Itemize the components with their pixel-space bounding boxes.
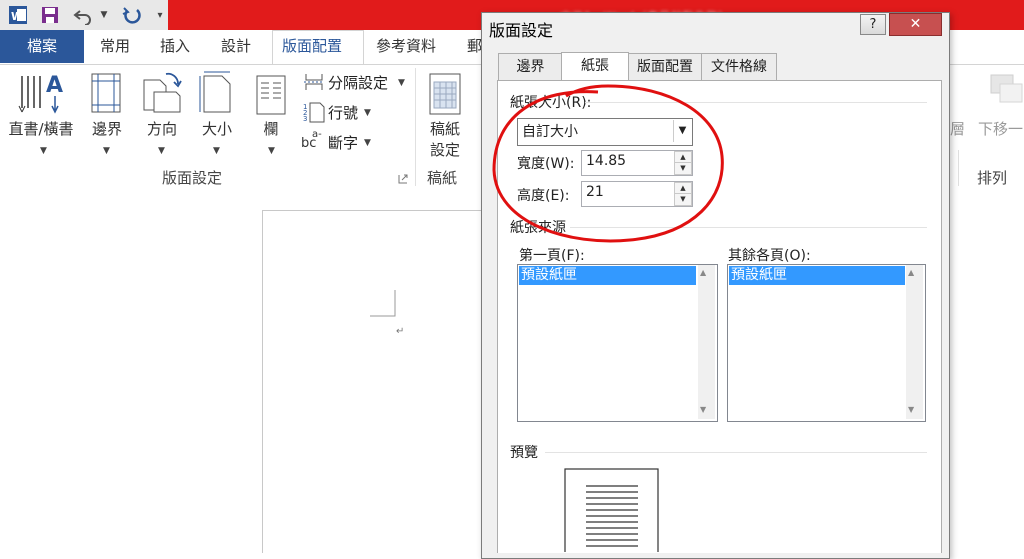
breaks-button[interactable]: 分隔設定 — [328, 72, 388, 93]
size-caret-icon: ▼ — [213, 146, 220, 156]
preview-section-label: 預覽 — [510, 445, 538, 461]
svg-text:W: W — [11, 10, 23, 23]
preview-separator — [545, 452, 927, 453]
tab-mailings[interactable]: 郵件 — [467, 30, 481, 63]
manuscript-icon[interactable] — [428, 72, 464, 116]
scroll-up-icon[interactable]: ▲ — [908, 268, 914, 277]
scroll-up-icon[interactable]: ▲ — [700, 268, 706, 277]
tab-layout[interactable]: 版面配置 — [278, 30, 346, 63]
text-direction-caret-icon: ▼ — [40, 146, 47, 156]
svg-text:A: A — [46, 73, 63, 98]
size-button[interactable]: 大小 — [196, 118, 238, 139]
close-button[interactable]: ✕ — [889, 13, 942, 36]
other-pages-selected-item[interactable]: 預設紙匣 — [729, 266, 905, 285]
columns-button[interactable]: 欄 — [258, 118, 284, 139]
text-direction-button[interactable]: 直書/橫書 — [3, 118, 79, 139]
margin-corner-mark — [370, 290, 396, 317]
columns-icon[interactable] — [255, 74, 287, 116]
first-page-list[interactable] — [517, 264, 718, 422]
scroll-down-icon[interactable]: ▼ — [700, 405, 706, 414]
margins-caret-icon: ▼ — [103, 146, 110, 156]
other-pages-scrollbar[interactable] — [906, 265, 923, 419]
save-icon[interactable] — [38, 4, 62, 26]
orientation-icon[interactable] — [140, 70, 184, 116]
help-button[interactable]: ? — [860, 14, 886, 35]
ribbon-separator — [415, 68, 416, 186]
customize-qat-icon[interactable]: ▾ — [153, 4, 167, 26]
line-numbers-button[interactable]: 行號 — [328, 102, 358, 123]
ribbon-separator — [958, 150, 959, 186]
orientation-button[interactable]: 方向 — [141, 118, 183, 139]
arrange-group-label: 排列 — [977, 169, 1008, 187]
margins-button[interactable]: 邊界 — [86, 118, 128, 139]
tab-design[interactable]: 設計 — [217, 30, 255, 63]
annotation-circle — [492, 84, 724, 243]
page-setup-group-label: 版面設定 — [162, 169, 223, 187]
breaks-icon — [303, 72, 325, 92]
manuscript-group-label: 稿紙 — [427, 169, 458, 187]
manuscript-button-line1[interactable]: 稿紙 — [424, 118, 466, 139]
bring-forward-icon[interactable] — [988, 72, 1024, 108]
manuscript-button-line2[interactable]: 設定 — [424, 139, 466, 160]
tab-file[interactable]: 檔案 — [0, 30, 84, 63]
hyphenation-caret-icon: ▼ — [364, 138, 371, 148]
dialog-title: 版面設定 — [489, 21, 554, 40]
hyphenation-button[interactable]: 斷字 — [328, 132, 358, 153]
word-app-icon[interactable]: W — [6, 4, 30, 26]
paragraph-mark-icon: ↵ — [396, 326, 405, 337]
tab-home[interactable]: 常用 — [96, 30, 134, 63]
orientation-caret-icon: ▼ — [158, 146, 165, 156]
line-numbers-icon: 123 — [303, 101, 325, 123]
undo-dropdown-icon[interactable]: ▼ — [98, 4, 110, 26]
page-setup-launcher-icon[interactable] — [398, 172, 408, 184]
bring-forward-label[interactable]: 下移一 — [978, 118, 1023, 139]
columns-caret-icon: ▼ — [268, 146, 275, 156]
svg-text:a-: a- — [312, 129, 322, 140]
text-direction-icon[interactable]: A — [10, 70, 70, 120]
tab-references[interactable]: 參考資料 — [372, 30, 440, 63]
other-pages-list[interactable] — [727, 264, 926, 422]
size-icon[interactable] — [198, 70, 234, 116]
tab-insert[interactable]: 插入 — [156, 30, 194, 63]
other-pages-label: 其餘各頁(O): — [728, 248, 811, 264]
line-numbers-caret-icon: ▼ — [364, 108, 371, 118]
svg-text:3: 3 — [303, 115, 307, 123]
send-backward-label[interactable]: 層 — [950, 118, 965, 139]
redo-icon[interactable] — [120, 4, 144, 26]
scroll-down-icon[interactable]: ▼ — [908, 405, 914, 414]
breaks-caret-icon: ▼ — [398, 78, 405, 88]
margins-icon[interactable] — [90, 72, 122, 116]
undo-icon[interactable] — [70, 4, 96, 26]
hyphenation-icon: bc a- — [300, 128, 326, 151]
first-page-scrollbar[interactable] — [698, 265, 715, 419]
preview-page — [564, 468, 660, 559]
first-page-selected-item[interactable]: 預設紙匣 — [519, 266, 696, 285]
